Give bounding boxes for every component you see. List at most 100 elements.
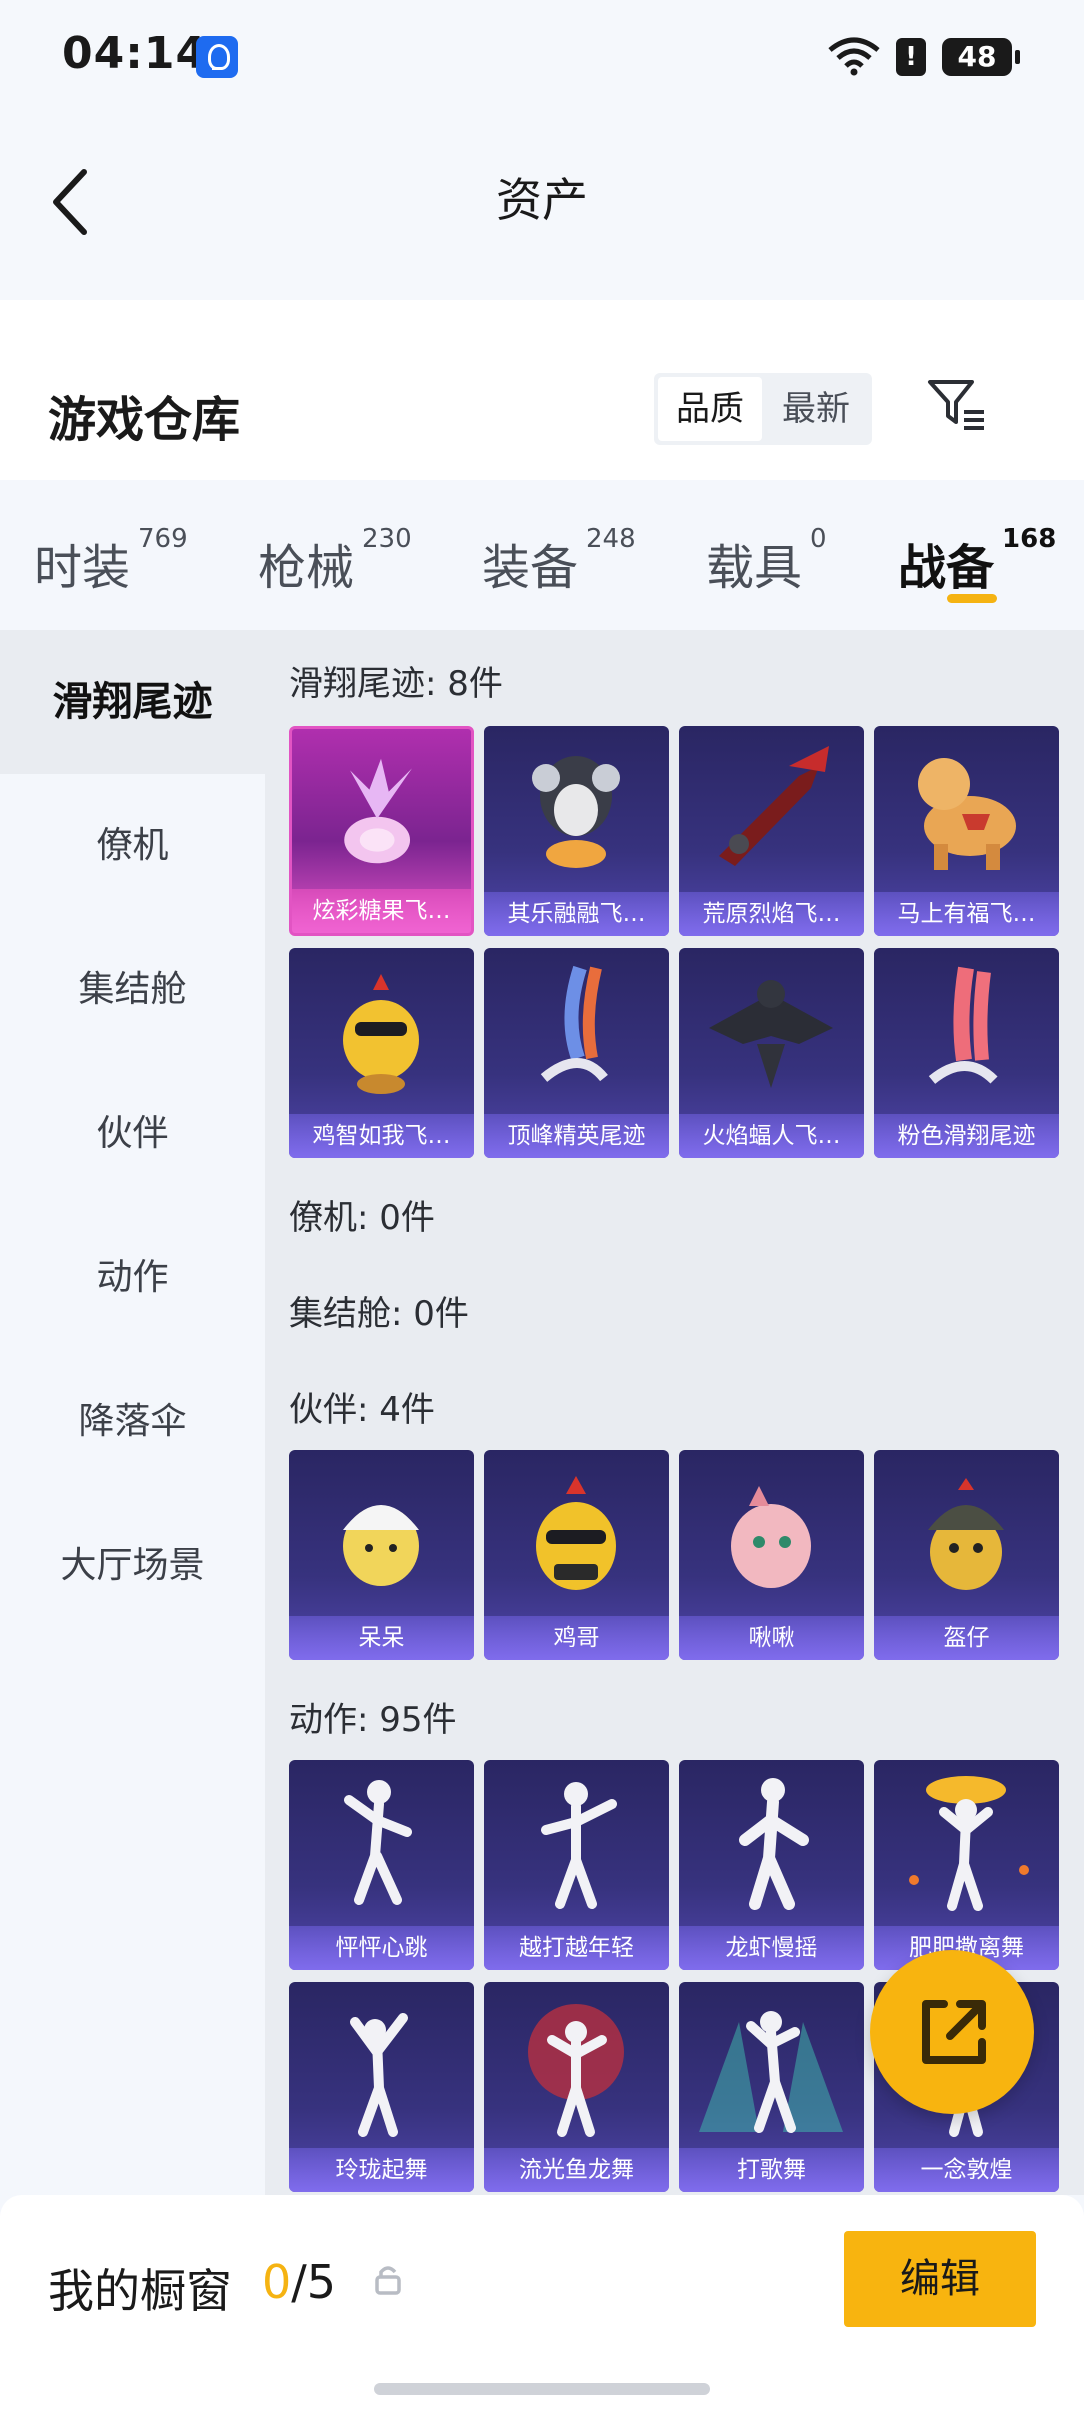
warehouse-bar: 游戏仓库 品质 最新 xyxy=(0,300,1084,480)
tab-fashion[interactable]: 时装769 xyxy=(34,524,188,598)
sidebar-item-wingman[interactable]: 僚机 xyxy=(0,774,265,918)
item-label: 鸡智如我飞… xyxy=(289,1114,474,1158)
sidebar-item-partner[interactable]: 伙伴 xyxy=(0,1062,265,1206)
item-label: 马上有福飞… xyxy=(874,892,1059,936)
item-label: 顶峰精英尾迹 xyxy=(484,1114,669,1158)
sidebar-item-glide-trail[interactable]: 滑翔尾迹 xyxy=(0,630,265,774)
sort-newest-button[interactable]: 最新 xyxy=(764,377,868,441)
item-card[interactable]: 粉色滑翔尾迹 xyxy=(874,948,1059,1158)
category-tabs: 时装769 枪械230 装备248 载具0 战备168 xyxy=(0,480,1084,630)
warehouse-title: 游戏仓库 xyxy=(48,392,241,448)
item-card[interactable]: 龙虾慢摇 xyxy=(679,1760,864,1970)
summit-trail-art xyxy=(540,965,608,1082)
battery-icon: 48 xyxy=(942,38,1020,76)
chicken-bro-partner-art xyxy=(536,1476,616,1590)
item-card[interactable]: 呆呆 xyxy=(289,1450,474,1660)
item-card[interactable]: 越打越年轻 xyxy=(484,1760,669,1970)
home-indicator[interactable] xyxy=(374,2383,710,2395)
sort-toggle: 品质 最新 xyxy=(654,373,872,445)
tab-count: 769 xyxy=(138,524,188,554)
item-card[interactable]: 马上有福飞… xyxy=(874,726,1059,936)
item-card[interactable]: 肥肥撒离舞 xyxy=(874,1760,1059,1970)
tab-guns[interactable]: 枪械230 xyxy=(258,524,412,598)
item-card[interactable]: 其乐融融飞… xyxy=(484,726,669,936)
share-button[interactable] xyxy=(870,1950,1034,2114)
item-label: 打歌舞 xyxy=(679,2148,864,2192)
pink-bird-partner-art xyxy=(731,1486,811,1588)
page-title: 资产 xyxy=(496,173,588,227)
tab-label: 战备 xyxy=(898,540,995,596)
item-label: 粉色滑翔尾迹 xyxy=(874,1114,1059,1158)
tab-vehicles[interactable]: 载具0 xyxy=(706,524,827,598)
sidebar-item-parachute[interactable]: 降落伞 xyxy=(0,1350,265,1494)
active-tab-indicator xyxy=(947,594,997,603)
showcase-bar: 我的橱窗 0/5 编辑 xyxy=(0,2195,1084,2412)
chick-partner-art xyxy=(343,1505,419,1586)
sort-quality-button[interactable]: 品质 xyxy=(658,377,762,441)
item-label: 火焰蝠人飞… xyxy=(679,1114,864,1158)
sidebar-item-emote[interactable]: 动作 xyxy=(0,1206,265,1350)
showcase-count: 0/5 xyxy=(262,2255,336,2309)
item-label: 怦怦心跳 xyxy=(289,1926,474,1970)
item-card[interactable]: 鸡哥 xyxy=(484,1450,669,1660)
showcase-current: 0 xyxy=(262,2255,292,2309)
item-card[interactable]: 鸡智如我飞… xyxy=(289,948,474,1158)
filter-icon[interactable] xyxy=(926,376,990,436)
lightbulb-notification-icon xyxy=(196,36,238,78)
item-card[interactable]: 顶峰精英尾迹 xyxy=(484,948,669,1158)
item-label: 荒原烈焰飞… xyxy=(679,892,864,936)
item-card[interactable]: 炫彩糖果飞… xyxy=(289,726,474,936)
item-label: 越打越年轻 xyxy=(484,1926,669,1970)
item-card[interactable]: 火焰蝠人飞… xyxy=(679,948,864,1158)
item-card[interactable]: 怦怦心跳 xyxy=(289,1760,474,1970)
item-card[interactable]: 打歌舞 xyxy=(679,1982,864,2192)
bat-suit-glide-art xyxy=(709,980,833,1088)
item-label: 盔仔 xyxy=(874,1616,1059,1660)
pony-glide-art xyxy=(918,758,1016,870)
flame-weapon-glide-art xyxy=(719,746,829,866)
tab-count: 248 xyxy=(586,524,636,554)
sidebar: 滑翔尾迹 僚机 集结舱 伙伴 动作 降落伞 大厅场景 xyxy=(0,630,265,2195)
showcase-total: /5 xyxy=(291,2255,337,2309)
item-label: 一念敦煌 xyxy=(874,2148,1059,2192)
tab-label: 装备 xyxy=(482,540,579,596)
item-card[interactable]: 玲珑起舞 xyxy=(289,1982,474,2192)
item-card[interactable]: 啾啾 xyxy=(679,1450,864,1660)
top-header: 资产 xyxy=(0,110,1084,300)
section-title-wingman: 僚机: 0件 xyxy=(289,1198,435,1238)
pink-trail-art xyxy=(928,966,998,1084)
penguin-glide-art xyxy=(532,756,620,868)
dancer-silhouette-art xyxy=(344,1780,412,1905)
item-label: 流光鱼龙舞 xyxy=(484,2148,669,2192)
tab-count: 230 xyxy=(362,524,412,554)
dragon-dance-art xyxy=(528,2004,624,2137)
helmet-chick-partner-art xyxy=(928,1478,1004,1590)
alert-icon: ! xyxy=(896,38,926,76)
tab-equipment[interactable]: 装备248 xyxy=(482,524,636,598)
section-title-rally-pod: 集结舱: 0件 xyxy=(289,1294,469,1334)
sidebar-item-lobby-scene[interactable]: 大厅场景 xyxy=(0,1494,265,1638)
tab-label: 载具 xyxy=(706,540,803,596)
section-title-glide-trail: 滑翔尾迹: 8件 xyxy=(289,664,503,704)
tab-label: 枪械 xyxy=(258,540,355,596)
edit-button[interactable]: 编辑 xyxy=(844,2231,1036,2327)
item-card[interactable]: 荒原烈焰飞… xyxy=(679,726,864,936)
section-title-partner: 伙伴: 4件 xyxy=(289,1390,435,1430)
golden-burst-dancer-art xyxy=(909,1776,1029,1911)
spotlight-dancer-art xyxy=(699,2011,843,2133)
tab-count: 0 xyxy=(810,524,827,554)
section-title-emote: 动作: 95件 xyxy=(289,1700,457,1740)
item-label: 鸡哥 xyxy=(484,1616,669,1660)
showcase-label: 我的橱窗 xyxy=(48,2264,232,2318)
item-label: 呆呆 xyxy=(289,1616,474,1660)
item-card[interactable]: 盔仔 xyxy=(874,1450,1059,1660)
sidebar-item-rally-pod[interactable]: 集结舱 xyxy=(0,918,265,1062)
dancer-silhouette-art xyxy=(350,2013,408,2137)
tab-label: 时装 xyxy=(34,540,131,596)
share-icon xyxy=(922,2000,986,2064)
item-card[interactable]: 流光鱼龙舞 xyxy=(484,1982,669,2192)
tab-combat-gear[interactable]: 战备168 xyxy=(898,524,1056,598)
battery-level: 48 xyxy=(957,40,997,73)
wifi-icon xyxy=(828,37,880,76)
dancer-silhouette-art xyxy=(739,1778,809,1910)
